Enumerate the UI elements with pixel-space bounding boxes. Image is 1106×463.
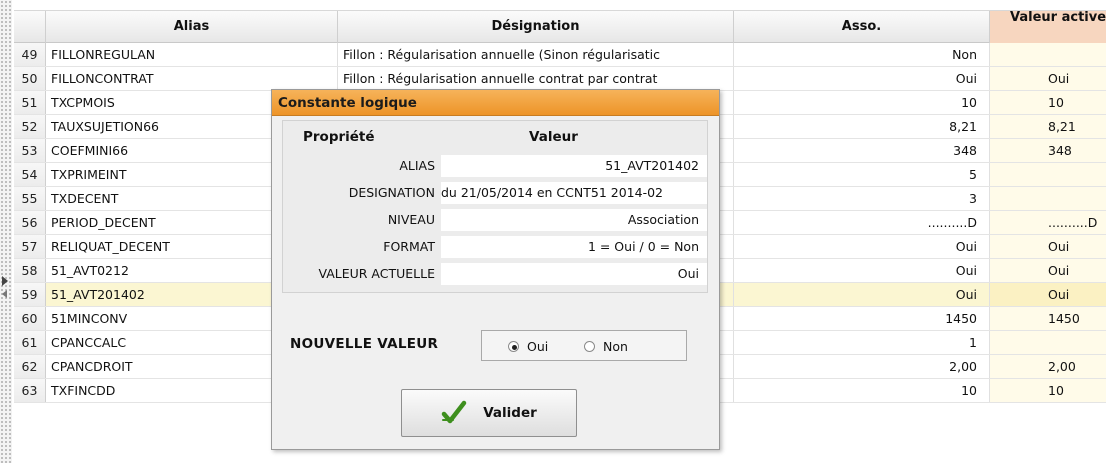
radio-non-label: Non bbox=[603, 339, 628, 354]
valeur-active-cell[interactable]: Oui bbox=[990, 235, 1106, 258]
valeur-active-cell[interactable]: 10 bbox=[990, 91, 1106, 114]
header-valeur-active[interactable]: Valeur active bbox=[990, 11, 1106, 44]
radio-oui-selected-icon[interactable] bbox=[508, 341, 519, 352]
grid-header: Alias Désignation Asso. Valeur active bbox=[14, 10, 1106, 44]
valeur-active-cell[interactable]: 8,21 bbox=[990, 115, 1106, 138]
alias-cell[interactable]: FILLONREGULAN bbox=[46, 43, 338, 66]
alias-cell[interactable]: FILLONCONTRAT bbox=[46, 67, 338, 90]
property-value: 51_AVT201402 bbox=[441, 155, 707, 177]
valider-button[interactable]: Valider bbox=[401, 389, 577, 437]
property-row-format: FORMAT 1 = Oui / 0 = Non bbox=[283, 235, 709, 259]
property-label: ALIAS bbox=[399, 158, 435, 173]
property-label: DESIGNATION bbox=[348, 185, 435, 200]
dialog-title: Constante logique bbox=[272, 90, 719, 116]
radio-oui[interactable]: Oui bbox=[508, 339, 548, 354]
asso-cell[interactable]: 5 bbox=[734, 163, 990, 186]
property-row-alias: ALIAS 51_AVT201402 bbox=[283, 154, 709, 178]
valeur-active-cell[interactable]: 2,00 bbox=[990, 355, 1106, 378]
designation-cell[interactable]: Fillon : Régularisation annuelle contrat… bbox=[338, 67, 734, 90]
property-value: 1 = Oui / 0 = Non bbox=[441, 236, 707, 258]
row-number[interactable]: 49 bbox=[14, 43, 46, 66]
valeur-active-cell[interactable]: Oui bbox=[990, 283, 1106, 306]
valeur-active-cell[interactable]: ..........D bbox=[990, 211, 1106, 234]
asso-cell[interactable]: 3 bbox=[734, 187, 990, 210]
property-label: NIVEAU bbox=[387, 212, 435, 227]
asso-cell[interactable]: 348 bbox=[734, 139, 990, 162]
constante-logique-dialog: Constante logique Propriété Valeur ALIAS… bbox=[271, 89, 720, 450]
asso-cell[interactable]: 10 bbox=[734, 91, 990, 114]
asso-cell[interactable]: 1 bbox=[734, 331, 990, 354]
row-number[interactable]: 51 bbox=[14, 91, 46, 114]
designation-cell[interactable]: Fillon : Régularisation annuelle (Sinon … bbox=[338, 43, 734, 66]
asso-cell[interactable]: 8,21 bbox=[734, 115, 990, 138]
current-row-indicator-icon bbox=[2, 276, 8, 286]
row-number[interactable]: 53 bbox=[14, 139, 46, 162]
asso-cell[interactable]: Oui bbox=[734, 235, 990, 258]
asso-cell[interactable]: Oui bbox=[734, 67, 990, 90]
nouvelle-valeur-label: NOUVELLE VALEUR bbox=[290, 336, 439, 352]
next-row-partial bbox=[14, 452, 1106, 463]
asso-cell[interactable]: Oui bbox=[734, 259, 990, 282]
properties-header: Propriété bbox=[303, 129, 375, 145]
nouvelle-valeur-radio-group: Oui Non bbox=[481, 330, 687, 361]
asso-cell[interactable]: 1450 bbox=[734, 307, 990, 330]
value-header: Valeur bbox=[529, 129, 578, 145]
row-number[interactable]: 56 bbox=[14, 211, 46, 234]
asso-cell[interactable]: 2,00 bbox=[734, 355, 990, 378]
properties-panel: Propriété Valeur ALIAS 51_AVT201402 DESI… bbox=[282, 120, 708, 293]
asso-cell[interactable]: 10 bbox=[734, 379, 990, 402]
property-value: Association bbox=[441, 209, 707, 231]
row-number[interactable]: 57 bbox=[14, 235, 46, 258]
valeur-active-cell[interactable] bbox=[990, 163, 1106, 186]
table-row[interactable]: 49 FILLONREGULAN Fillon : Régularisation a… bbox=[14, 43, 1106, 67]
valeur-active-cell[interactable]: 10 bbox=[990, 379, 1106, 402]
row-number[interactable]: 58 bbox=[14, 259, 46, 282]
row-number[interactable]: 50 bbox=[14, 67, 46, 90]
splitter-arrow-icon[interactable] bbox=[2, 290, 7, 298]
valeur-active-cell[interactable]: Oui bbox=[990, 259, 1106, 282]
property-row-designation: DESIGNATION 2014-02 du 21/05/2014 en CCN… bbox=[283, 181, 709, 205]
header-asso[interactable]: Asso. bbox=[734, 11, 990, 44]
header-row-number bbox=[14, 11, 46, 44]
header-alias[interactable]: Alias bbox=[46, 11, 338, 44]
property-row-valeur-actuelle: VALEUR ACTUELLE Oui bbox=[283, 262, 709, 286]
checkmark-icon bbox=[441, 400, 467, 424]
valider-label: Valider bbox=[483, 405, 537, 421]
radio-non[interactable]: Non bbox=[584, 339, 628, 354]
radio-oui-label: Oui bbox=[527, 339, 549, 354]
row-number[interactable]: 55 bbox=[14, 187, 46, 210]
radio-non-unselected-icon[interactable] bbox=[584, 341, 595, 352]
asso-cell[interactable]: Non bbox=[734, 43, 990, 66]
row-number[interactable]: 63 bbox=[14, 379, 46, 402]
header-designation[interactable]: Désignation bbox=[338, 11, 734, 44]
row-number[interactable]: 52 bbox=[14, 115, 46, 138]
valeur-active-cell[interactable]: 1450 bbox=[990, 307, 1106, 330]
row-number[interactable]: 54 bbox=[14, 163, 46, 186]
row-number[interactable]: 62 bbox=[14, 355, 46, 378]
property-label: FORMAT bbox=[383, 239, 435, 254]
row-number[interactable]: 60 bbox=[14, 307, 46, 330]
property-value: 2014-02 du 21/05/2014 en CCNT51 bbox=[441, 182, 707, 204]
asso-cell[interactable]: Oui bbox=[734, 283, 990, 306]
valeur-active-cell[interactable] bbox=[990, 331, 1106, 354]
valeur-active-cell[interactable] bbox=[990, 43, 1106, 66]
valeur-active-cell[interactable] bbox=[990, 187, 1106, 210]
valeur-active-cell[interactable]: Oui bbox=[990, 67, 1106, 90]
row-number[interactable]: 61 bbox=[14, 331, 46, 354]
row-gutter bbox=[0, 0, 12, 463]
valeur-active-cell[interactable]: 348 bbox=[990, 139, 1106, 162]
table-row[interactable]: 50 FILLONCONTRAT Fillon : Régularisation a… bbox=[14, 67, 1106, 91]
row-number[interactable]: 59 bbox=[14, 283, 46, 306]
asso-cell[interactable]: ..........D bbox=[734, 211, 990, 234]
property-row-niveau: NIVEAU Association bbox=[283, 208, 709, 232]
property-label: VALEUR ACTUELLE bbox=[318, 266, 435, 281]
property-value: Oui bbox=[441, 263, 707, 285]
